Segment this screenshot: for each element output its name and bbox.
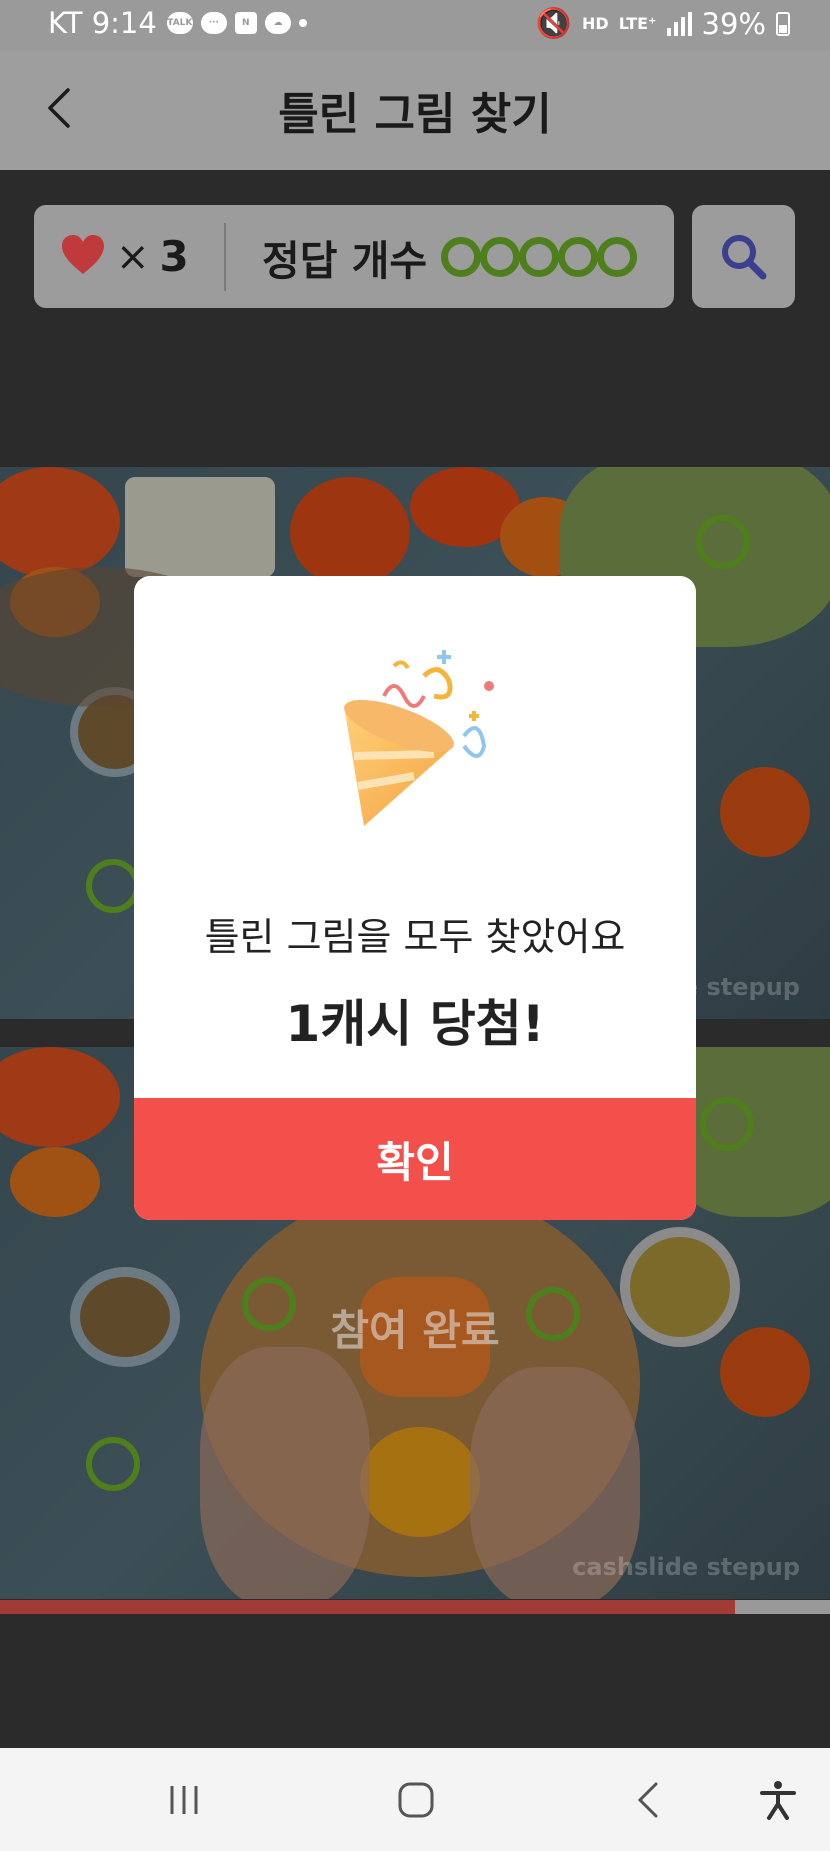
cheese [125, 477, 275, 577]
recent-apps-button[interactable] [162, 1778, 206, 1822]
divider [224, 222, 226, 291]
game-status-bar: × 3 정답 개수 [34, 205, 674, 308]
back-icon [637, 1782, 658, 1818]
dialog-message: 틀린 그림을 모두 찾았어요 [204, 915, 626, 959]
lives-count: 3 [159, 232, 189, 281]
title-bar: 틀린 그림 찾기 [0, 50, 830, 170]
confirm-button[interactable]: 확인 [134, 1098, 696, 1220]
kakaotalk-icon: TALK [166, 12, 193, 34]
found-difference-marker [696, 515, 750, 569]
half-persimmon [360, 1427, 480, 1537]
watermark: e stepup [681, 973, 800, 1001]
persimmon [0, 1047, 120, 1147]
status-left: KT 9:14 TALK ··· N ☁ [48, 6, 307, 40]
accessibility-icon [760, 1781, 796, 1820]
page-title: 틀린 그림 찾기 [278, 89, 552, 140]
tangerine [720, 767, 810, 857]
persimmon [290, 477, 410, 587]
answer-circle [441, 236, 482, 277]
result-dialog: 틀린 그림을 모두 찾았어요 1캐시 당첨! 확인 [134, 576, 696, 1220]
hd-icon: HD [582, 14, 609, 33]
cloud-icon: ☁ [264, 12, 291, 34]
found-difference-marker [700, 1097, 754, 1151]
answer-count-circles [441, 236, 638, 277]
battery-icon [776, 11, 790, 36]
lives-multiplier: × [116, 233, 150, 280]
lives-indicator: × 3 [34, 232, 224, 281]
answer-count-label: 정답 개수 [262, 236, 428, 285]
search-icon [721, 234, 766, 279]
nav-back-button[interactable] [628, 1778, 672, 1822]
heart-icon [60, 234, 106, 280]
tangerine-slices [10, 1147, 100, 1217]
lte-icon: LTE⁺ [618, 14, 657, 33]
more-notifications-dot [298, 19, 307, 27]
party-popper-icon [324, 636, 524, 836]
naver-icon: N [234, 12, 257, 34]
recent-apps-icon [170, 1786, 198, 1814]
participation-status: 참여 완료 [330, 1306, 500, 1355]
home-button[interactable] [394, 1778, 438, 1822]
status-right: 🔇 HD LTE⁺ 39% [536, 6, 790, 41]
hint-search-button[interactable] [692, 205, 795, 308]
status-bar: KT 9:14 TALK ··· N ☁ 🔇 HD LTE⁺ 39% [0, 0, 830, 50]
time-progress-bar [0, 1600, 830, 1614]
answer-circle [597, 236, 638, 277]
answer-circle [480, 236, 521, 277]
persimmon [0, 467, 120, 577]
dialog-reward: 1캐시 당첨! [285, 995, 545, 1053]
answer-circle [558, 236, 599, 277]
signal-icon [666, 11, 692, 36]
found-difference-marker [86, 1437, 140, 1491]
home-icon [398, 1782, 434, 1818]
mute-icon: 🔇 [535, 6, 573, 40]
accessibility-button[interactable] [756, 1778, 800, 1822]
carrier-time: KT 9:14 [48, 6, 157, 40]
system-nav-bar [0, 1748, 830, 1851]
found-difference-marker [86, 859, 140, 913]
battery-percent: 39% [701, 6, 766, 41]
watermark: cashslide stepup [572, 1553, 800, 1581]
time-progress-fill [0, 1600, 735, 1614]
answer-circle [519, 236, 560, 277]
chat-icon: ··· [200, 12, 227, 34]
left-hand [200, 1347, 370, 1599]
